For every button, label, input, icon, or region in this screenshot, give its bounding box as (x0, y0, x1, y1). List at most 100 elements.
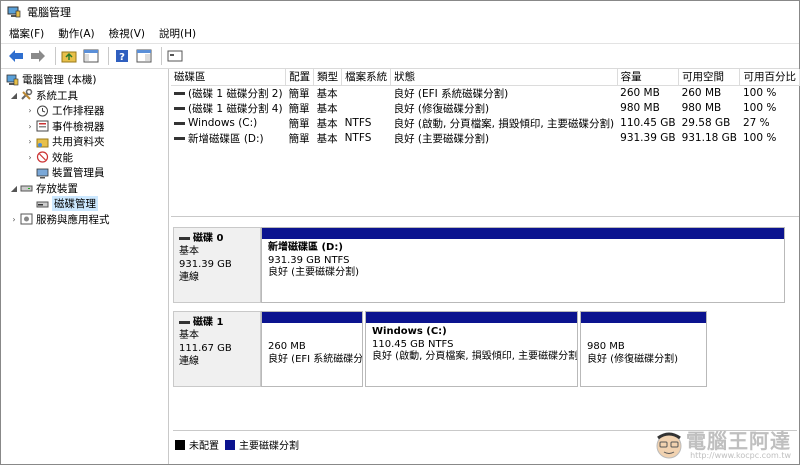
column-header-filesystem[interactable]: 檔案系統 (341, 69, 392, 86)
unallocated-swatch (175, 439, 185, 450)
tree-node-task-scheduler[interactable]: › 工作排程器 (1, 103, 168, 119)
computer-management-icon (7, 6, 21, 18)
column-header-type[interactable]: 類型 (313, 69, 343, 86)
partition-bar (262, 312, 362, 323)
table-row[interactable]: Windows (C:) 簡單 基本 NTFS 良好 (啟動, 分頁檔案, 損毀… (171, 116, 799, 131)
disk-name: 磁碟 1 (193, 317, 224, 328)
disk-1-info[interactable]: 磁碟 1 基本 111.67 GB 連線 (173, 311, 261, 387)
menu-bar: 檔案(F) 動作(A) 檢視(V) 說明(H) (1, 23, 799, 43)
volume-name: Windows (C:) (188, 117, 258, 129)
services-icon (20, 213, 33, 225)
watermark-mascot-icon (656, 432, 682, 459)
tree-node-services-applications[interactable]: › 服務與應用程式 (1, 212, 168, 228)
tree-node-shared-folders[interactable]: › 共用資料夾 (1, 134, 168, 150)
toolbar-separator (55, 47, 56, 65)
volume-free-space: 931.18 GB (681, 132, 737, 144)
properties-icon[interactable] (135, 47, 153, 65)
column-header-free-percent[interactable]: 可用百分比 (739, 69, 800, 86)
partition-bar (581, 312, 706, 323)
device-manager-icon (36, 167, 49, 179)
table-row[interactable]: (磁碟 1 磁碟分割 4) 簡單 基本 良好 (修復磁碟分割) 980 MB 9… (171, 101, 799, 116)
show-hide-tree-icon[interactable] (82, 47, 100, 65)
menu-file[interactable]: 檔案(F) (9, 26, 44, 41)
volume-layout: 簡單 (288, 87, 310, 100)
table-row[interactable]: (磁碟 1 磁碟分割 2) 簡單 基本 良好 (EFI 系統磁碟分割) 260 … (171, 85, 799, 101)
volume-type: 基本 (316, 87, 338, 100)
legend-unallocated: 未配置 (175, 437, 219, 452)
volume-name: (磁碟 1 磁碟分割 2) (188, 87, 283, 100)
volume-name: (磁碟 1 磁碟分割 4) (188, 102, 283, 115)
up-folder-icon[interactable] (60, 47, 78, 65)
svg-text:?: ? (119, 52, 125, 63)
column-header-volume[interactable]: 磁碟區 (171, 69, 287, 86)
partition-size: 980 MB (587, 341, 625, 352)
column-header-status[interactable]: 狀態 (390, 69, 618, 86)
volume-name: 新增磁碟區 (D:) (188, 132, 264, 145)
partition-bar (262, 228, 784, 239)
toolbar: ? (1, 43, 799, 69)
volume-status: 良好 (EFI 系統磁碟分割) (393, 87, 509, 100)
tree-node-device-manager[interactable]: 裝置管理員 (1, 165, 168, 181)
storage-icon (20, 182, 33, 194)
disk-0-info[interactable]: 磁碟 0 基本 931.39 GB 連線 (173, 227, 261, 303)
watermark-text: 電腦王阿達 (686, 429, 791, 453)
tree-label: 共用資料夾 (52, 136, 105, 149)
performance-icon (36, 151, 49, 163)
legend-primary: 主要磁碟分割 (225, 437, 299, 452)
volume-layout: 簡單 (288, 132, 310, 145)
forward-icon[interactable] (29, 47, 47, 65)
tree-node-disk-management[interactable]: 磁碟管理 (1, 196, 168, 212)
chevron-right-icon[interactable]: › (25, 153, 35, 162)
partition-c[interactable]: Windows (C:) 110.45 GB NTFS 良好 (啟動, 分頁檔案… (365, 311, 578, 387)
disk-management-icon (36, 198, 49, 210)
toolbar-separator (161, 47, 162, 65)
tree-node-performance[interactable]: › 效能 (1, 150, 168, 166)
volume-filesystem (342, 85, 391, 101)
chevron-right-icon[interactable]: › (25, 122, 35, 131)
tools-icon (20, 89, 33, 101)
partition-d[interactable]: 新增磁碟區 (D:) 931.39 GB NTFS 良好 (主要磁碟分割) (261, 227, 785, 303)
column-header-capacity[interactable]: 容量 (617, 69, 680, 86)
volume-free-percent: 27 % (742, 117, 770, 129)
help-icon[interactable]: ? (113, 47, 131, 65)
menu-action[interactable]: 動作(A) (58, 26, 94, 41)
partition-status: 良好 (修復磁碟分割) (587, 353, 678, 365)
disk-management-pane: 磁碟區 配置 類型 檔案系統 狀態 容量 可用空間 可用百分比 (磁碟 1 磁碟… (171, 69, 800, 464)
volume-free-space: 29.58 GB (681, 117, 731, 129)
disk-0-row: 磁碟 0 基本 931.39 GB 連線 新增磁碟區 (D:) 931.39 G… (173, 227, 787, 303)
console-icon[interactable] (166, 47, 184, 65)
column-header-free-space[interactable]: 可用空間 (678, 69, 741, 86)
partition-status: 良好 (啟動, 分頁檔案, 損毀傾印, 主要磁碟分割) (372, 351, 577, 362)
volume-icon (174, 121, 185, 125)
volume-list: 磁碟區 配置 類型 檔案系統 狀態 容量 可用空間 可用百分比 (磁碟 1 磁碟… (171, 69, 800, 217)
chevron-right-icon[interactable]: › (25, 106, 35, 115)
menu-view[interactable]: 檢視(V) (109, 26, 145, 41)
chevron-down-icon[interactable]: ◢ (9, 91, 19, 100)
column-header-layout[interactable]: 配置 (285, 69, 315, 86)
volume-capacity: 110.45 GB (620, 117, 676, 129)
event-viewer-icon (36, 120, 49, 132)
volume-filesystem: NTFS (344, 117, 372, 129)
volume-type: 基本 (316, 102, 338, 115)
volume-free-percent: 100 % (742, 102, 777, 114)
menu-help[interactable]: 說明(H) (159, 26, 196, 41)
partition-recovery[interactable]: 980 MB 良好 (修復磁碟分割) (580, 311, 707, 387)
tree-label: 電腦管理 (本機) (22, 74, 97, 87)
chevron-down-icon[interactable]: ◢ (9, 184, 19, 193)
tree-node-storage[interactable]: ◢ 存放裝置 (1, 181, 168, 197)
tree-node-event-viewer[interactable]: › 事件檢視器 (1, 119, 168, 135)
table-row[interactable]: 新增磁碟區 (D:) 簡單 基本 NTFS 良好 (主要磁碟分割) 931.39… (171, 131, 799, 146)
chevron-right-icon[interactable]: › (9, 215, 19, 224)
partition-name: 新增磁碟區 (D:) (268, 242, 343, 253)
tree-node-system-tools[interactable]: ◢ 系統工具 (1, 88, 168, 104)
graphical-disk-view: 磁碟 0 基本 931.39 GB 連線 新增磁碟區 (D:) 931.39 G… (171, 221, 799, 440)
partition-efi[interactable]: 260 MB 良好 (EFI 系統磁碟分割) (261, 311, 363, 387)
volume-free-percent: 100 % (742, 87, 777, 99)
volume-capacity: 260 MB (620, 87, 660, 99)
disk-state: 連線 (179, 272, 199, 283)
back-icon[interactable] (7, 47, 25, 65)
tree-node-computer-management[interactable]: 電腦管理 (本機) (1, 72, 168, 88)
chevron-right-icon[interactable]: › (25, 137, 35, 146)
partition-size: 260 MB (268, 341, 306, 352)
clock-icon (36, 105, 49, 117)
